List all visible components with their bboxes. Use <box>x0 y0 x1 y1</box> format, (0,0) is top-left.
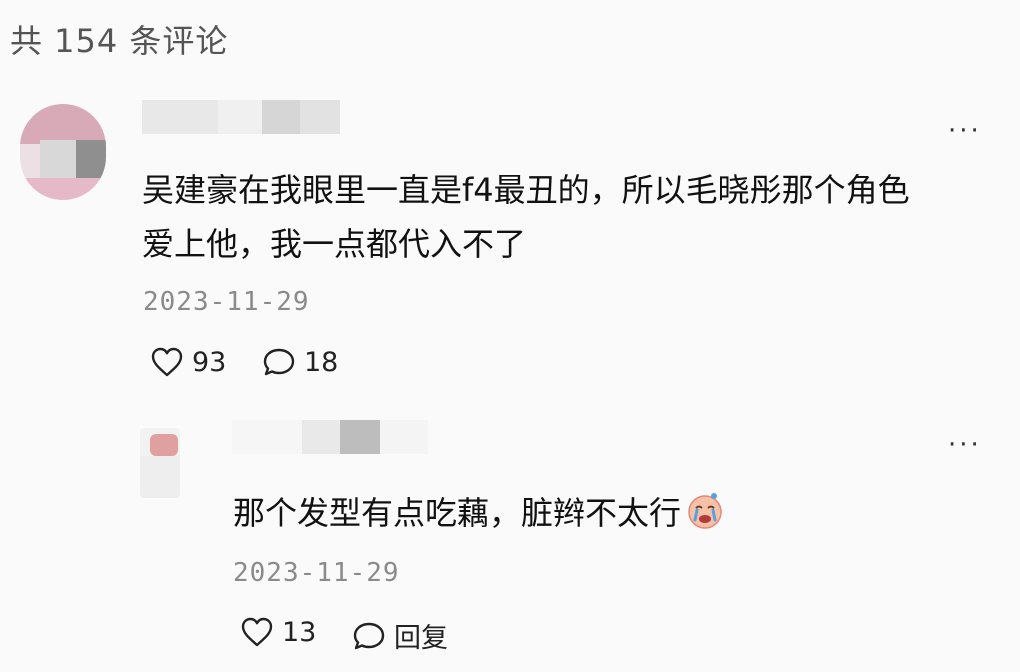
comment-date: 2023-11-29 <box>143 287 310 317</box>
heart-icon <box>151 347 183 377</box>
reply-date: 2023-11-29 <box>233 558 400 588</box>
avatar[interactable] <box>140 428 180 498</box>
comment-count-header: 共 154 条评论 <box>10 22 229 60</box>
crying-face-icon <box>685 490 725 546</box>
reply-button[interactable]: 18 <box>262 346 338 378</box>
username-redacted[interactable] <box>142 100 340 134</box>
heart-icon <box>241 617 273 647</box>
username-redacted[interactable] <box>232 420 428 454</box>
reply-count: 18 <box>304 346 339 378</box>
like-count: 93 <box>192 346 227 378</box>
comment-text: 吴建豪在我眼里一直是f4最丑的，所以毛晓彤那个角色 爱上他，我一点都代入不了 <box>142 163 910 271</box>
more-icon[interactable]: ··· <box>948 432 982 458</box>
more-icon[interactable]: ··· <box>948 118 982 144</box>
comment-text-line: 爱上他，我一点都代入不了 <box>142 225 527 263</box>
like-button[interactable]: 13 <box>240 616 316 648</box>
like-button[interactable]: 93 <box>150 346 226 378</box>
comment-text-line: 吴建豪在我眼里一直是f4最丑的，所以毛晓彤那个角色 <box>142 171 910 209</box>
comment-text: 那个发型有点吃藕，脏辫不太行 <box>233 486 725 546</box>
comment-bubble-icon <box>353 622 385 649</box>
like-count: 13 <box>282 616 317 648</box>
avatar[interactable] <box>20 104 106 200</box>
comment-bubble-icon <box>263 348 295 376</box>
reply-button[interactable]: 回复 <box>352 616 448 655</box>
reply-label: 回复 <box>394 623 448 654</box>
